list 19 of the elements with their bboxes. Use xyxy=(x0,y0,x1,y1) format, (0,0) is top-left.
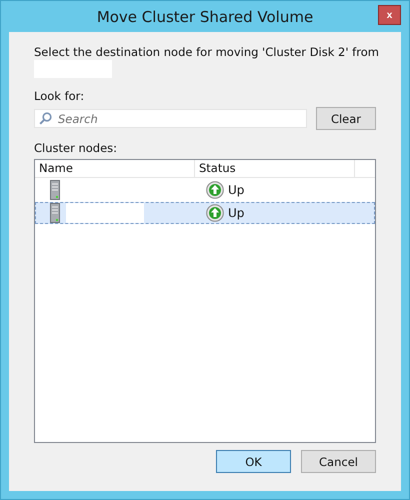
node-row[interactable]: Up xyxy=(35,202,375,224)
up-arrow-icon xyxy=(206,181,224,199)
ok-button[interactable]: OK xyxy=(216,450,291,473)
status-text: Up xyxy=(228,206,244,220)
node-row[interactable]: Up xyxy=(35,179,375,201)
search-field[interactable]: Search xyxy=(34,109,307,128)
close-button[interactable]: x xyxy=(378,5,401,25)
server-icon xyxy=(50,203,60,223)
look-for-label: Look for: xyxy=(34,89,86,103)
window-title: Move Cluster Shared Volume xyxy=(96,8,314,26)
server-icon xyxy=(50,180,60,200)
prompt-text: Select the destination node for moving 'Cluster Disk 2' from xyxy=(34,45,376,59)
up-arrow-icon xyxy=(206,204,224,222)
column-header[interactable]: Name xyxy=(35,160,195,177)
status-text: Up xyxy=(228,183,244,197)
cluster-nodes-label: Cluster nodes: xyxy=(34,141,118,155)
clear-button[interactable]: Clear xyxy=(316,107,376,130)
column-header[interactable]: Status xyxy=(195,160,355,177)
cancel-button[interactable]: Cancel xyxy=(301,450,376,473)
